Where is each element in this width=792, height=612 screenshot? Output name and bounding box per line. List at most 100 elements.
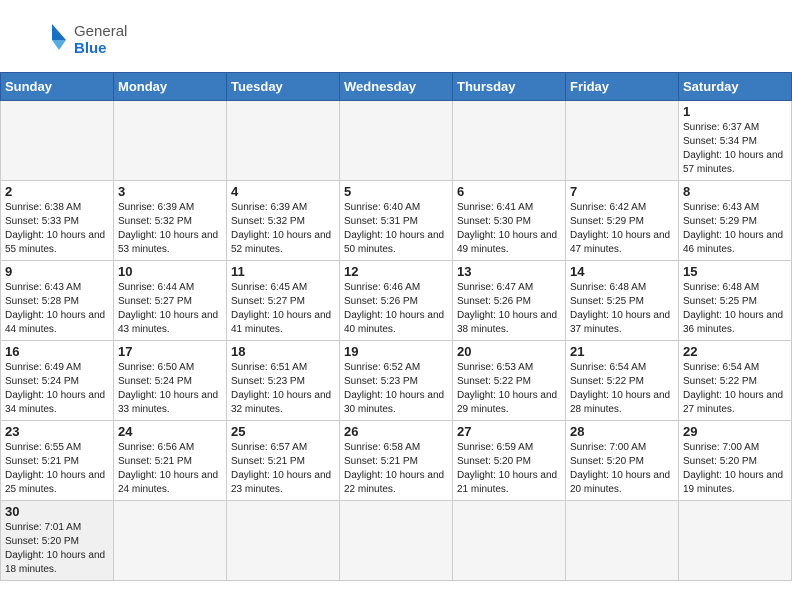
day-number: 4 xyxy=(231,184,335,199)
day-info: Sunrise: 6:51 AM Sunset: 5:23 PM Dayligh… xyxy=(231,361,335,417)
calendar-week-2: 2Sunrise: 6:38 AM Sunset: 5:33 PM Daylig… xyxy=(1,181,792,261)
day-header-friday: Friday xyxy=(566,73,679,101)
day-info: Sunrise: 6:39 AM Sunset: 5:32 PM Dayligh… xyxy=(118,201,222,257)
day-number: 13 xyxy=(457,264,561,279)
day-number: 3 xyxy=(118,184,222,199)
day-info: Sunrise: 7:00 AM Sunset: 5:20 PM Dayligh… xyxy=(570,441,674,497)
calendar-cell: 14 Sunrise: 6:48 AM Sunset: 5:25 PM Dayli… xyxy=(566,261,679,341)
day-info: Sunrise: 6:43 AM Sunset: 5:28 PM Dayligh… xyxy=(5,281,109,337)
day-info: Sunrise: 6:43 AM Sunset: 5:29 PM Dayligh… xyxy=(683,201,787,257)
day-header-saturday: Saturday xyxy=(679,73,792,101)
calendar-header-row: SundayMondayTuesdayWednesdayThursdayFrid… xyxy=(1,73,792,101)
day-info: Sunrise: 6:53 AM Sunset: 5:22 PM Dayligh… xyxy=(457,361,561,417)
calendar-cell: 21Sunrise: 6:54 AM Sunset: 5:22 PM Dayli… xyxy=(566,341,679,421)
calendar-cell: 7Sunrise: 6:42 AM Sunset: 5:29 PM Daylig… xyxy=(566,181,679,261)
day-info: Sunrise: 6:47 AM Sunset: 5:26 PM Dayligh… xyxy=(457,281,561,337)
day-info: Sunrise: 6:58 AM Sunset: 5:21 PM Dayligh… xyxy=(344,441,448,497)
day-info: Sunrise: 7:00 AM Sunset: 5:20 PM Dayligh… xyxy=(683,441,787,497)
day-number: 14 xyxy=(570,264,674,279)
day-number: 16 xyxy=(5,344,109,359)
day-info: Sunrise: 6:56 AM Sunset: 5:21 PM Dayligh… xyxy=(118,441,222,497)
day-info: Sunrise: 6:44 AM Sunset: 5:27 PM Dayligh… xyxy=(118,281,222,337)
calendar-cell xyxy=(340,501,453,581)
day-info: Sunrise: 6:55 AM Sunset: 5:21 PM Dayligh… xyxy=(5,441,109,497)
day-number: 30 xyxy=(5,504,109,519)
calendar-cell xyxy=(227,101,340,181)
calendar-week-1: 1 Sunrise: 6:37 AM Sunset: 5:34 PM Daylig… xyxy=(1,101,792,181)
day-number: 28 xyxy=(570,424,674,439)
logo: General Blue xyxy=(24,18,127,62)
calendar-cell xyxy=(679,501,792,581)
day-header-wednesday: Wednesday xyxy=(340,73,453,101)
calendar-cell: 23 Sunrise: 6:55 AM Sunset: 5:21 PM Dayli… xyxy=(1,421,114,501)
calendar-cell: 18 Sunrise: 6:51 AM Sunset: 5:23 PM Dayli… xyxy=(227,341,340,421)
calendar-cell: 28 Sunrise: 7:00 AM Sunset: 5:20 PM Dayli… xyxy=(566,421,679,501)
day-info: Sunrise: 6:40 AM Sunset: 5:31 PM Dayligh… xyxy=(344,201,448,257)
calendar-cell: 12 Sunrise: 6:46 AM Sunset: 5:26 PM Dayli… xyxy=(340,261,453,341)
calendar-cell: 2Sunrise: 6:38 AM Sunset: 5:33 PM Daylig… xyxy=(1,181,114,261)
day-info: Sunrise: 6:57 AM Sunset: 5:21 PM Dayligh… xyxy=(231,441,335,497)
day-header-monday: Monday xyxy=(114,73,227,101)
day-info: Sunrise: 7:01 AM Sunset: 5:20 PM Dayligh… xyxy=(5,521,109,577)
day-number: 12 xyxy=(344,264,448,279)
day-number: 17 xyxy=(118,344,222,359)
logo-general-label: General xyxy=(74,23,127,40)
day-header-thursday: Thursday xyxy=(453,73,566,101)
calendar-cell: 6Sunrise: 6:41 AM Sunset: 5:30 PM Daylig… xyxy=(453,181,566,261)
day-number: 25 xyxy=(231,424,335,439)
day-info: Sunrise: 6:46 AM Sunset: 5:26 PM Dayligh… xyxy=(344,281,448,337)
logo-svg xyxy=(24,18,68,62)
day-number: 1 xyxy=(683,104,787,119)
calendar-cell xyxy=(1,101,114,181)
day-info: Sunrise: 6:37 AM Sunset: 5:34 PM Dayligh… xyxy=(683,121,787,177)
calendar-cell xyxy=(114,101,227,181)
calendar-cell xyxy=(566,501,679,581)
calendar-cell: 5Sunrise: 6:40 AM Sunset: 5:31 PM Daylig… xyxy=(340,181,453,261)
calendar-cell: 16Sunrise: 6:49 AM Sunset: 5:24 PM Dayli… xyxy=(1,341,114,421)
calendar-cell xyxy=(114,501,227,581)
day-number: 8 xyxy=(683,184,787,199)
day-info: Sunrise: 6:48 AM Sunset: 5:25 PM Dayligh… xyxy=(570,281,674,337)
calendar-cell: 4 Sunrise: 6:39 AM Sunset: 5:32 PM Daylig… xyxy=(227,181,340,261)
calendar-week-3: 9 Sunrise: 6:43 AM Sunset: 5:28 PM Daylig… xyxy=(1,261,792,341)
calendar-cell xyxy=(340,101,453,181)
calendar-cell xyxy=(566,101,679,181)
day-number: 10 xyxy=(118,264,222,279)
calendar-cell: 30 Sunrise: 7:01 AM Sunset: 5:20 PM Dayli… xyxy=(1,501,114,581)
day-info: Sunrise: 6:38 AM Sunset: 5:33 PM Dayligh… xyxy=(5,201,109,257)
calendar-cell: 13 Sunrise: 6:47 AM Sunset: 5:26 PM Dayli… xyxy=(453,261,566,341)
day-number: 11 xyxy=(231,264,335,279)
day-info: Sunrise: 6:50 AM Sunset: 5:24 PM Dayligh… xyxy=(118,361,222,417)
day-number: 26 xyxy=(344,424,448,439)
calendar-cell xyxy=(453,101,566,181)
calendar-cell xyxy=(453,501,566,581)
day-number: 7 xyxy=(570,184,674,199)
calendar-cell: 15 Sunrise: 6:48 AM Sunset: 5:25 PM Dayli… xyxy=(679,261,792,341)
calendar-cell: 11 Sunrise: 6:45 AM Sunset: 5:27 PM Dayli… xyxy=(227,261,340,341)
calendar-cell: 1 Sunrise: 6:37 AM Sunset: 5:34 PM Daylig… xyxy=(679,101,792,181)
day-number: 22 xyxy=(683,344,787,359)
day-info: Sunrise: 6:41 AM Sunset: 5:30 PM Dayligh… xyxy=(457,201,561,257)
day-number: 15 xyxy=(683,264,787,279)
day-header-tuesday: Tuesday xyxy=(227,73,340,101)
day-number: 19 xyxy=(344,344,448,359)
calendar-cell: 26 Sunrise: 6:58 AM Sunset: 5:21 PM Dayli… xyxy=(340,421,453,501)
calendar-cell: 9 Sunrise: 6:43 AM Sunset: 5:28 PM Daylig… xyxy=(1,261,114,341)
day-number: 23 xyxy=(5,424,109,439)
day-number: 24 xyxy=(118,424,222,439)
day-info: Sunrise: 6:48 AM Sunset: 5:25 PM Dayligh… xyxy=(683,281,787,337)
calendar-cell: 29Sunrise: 7:00 AM Sunset: 5:20 PM Dayli… xyxy=(679,421,792,501)
day-info: Sunrise: 6:39 AM Sunset: 5:32 PM Dayligh… xyxy=(231,201,335,257)
day-number: 18 xyxy=(231,344,335,359)
day-info: Sunrise: 6:59 AM Sunset: 5:20 PM Dayligh… xyxy=(457,441,561,497)
day-info: Sunrise: 6:54 AM Sunset: 5:22 PM Dayligh… xyxy=(683,361,787,417)
day-number: 9 xyxy=(5,264,109,279)
logo-blue-label: Blue xyxy=(74,40,127,57)
calendar-cell: 20Sunrise: 6:53 AM Sunset: 5:22 PM Dayli… xyxy=(453,341,566,421)
day-number: 21 xyxy=(570,344,674,359)
calendar-cell: 19Sunrise: 6:52 AM Sunset: 5:23 PM Dayli… xyxy=(340,341,453,421)
calendar-cell: 3 Sunrise: 6:39 AM Sunset: 5:32 PM Daylig… xyxy=(114,181,227,261)
calendar-week-5: 23 Sunrise: 6:55 AM Sunset: 5:21 PM Dayli… xyxy=(1,421,792,501)
calendar-cell: 25 Sunrise: 6:57 AM Sunset: 5:21 PM Dayli… xyxy=(227,421,340,501)
day-info: Sunrise: 6:45 AM Sunset: 5:27 PM Dayligh… xyxy=(231,281,335,337)
